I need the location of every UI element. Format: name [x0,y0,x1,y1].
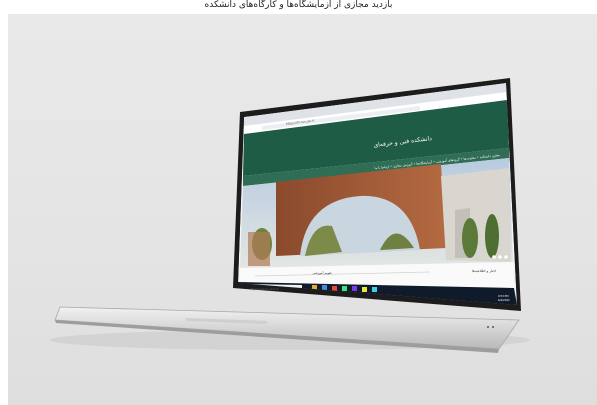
taskbar-date: 6/4/2022 [498,298,510,302]
taskbar-search-placeholder[interactable]: Type here to search [250,287,279,291]
site-logo-icon [437,67,448,81]
laptop-scene: https://fn.tvu.ac.ir دانشکده فنی و حرفه‌… [50,67,530,353]
port-dot [487,326,489,328]
taskbar-time: 9:53 PM [498,294,508,298]
events-heading: تقویم آموزشی [312,271,331,275]
news-heading: اخبار و اطلاعیه‌ها [472,269,496,273]
